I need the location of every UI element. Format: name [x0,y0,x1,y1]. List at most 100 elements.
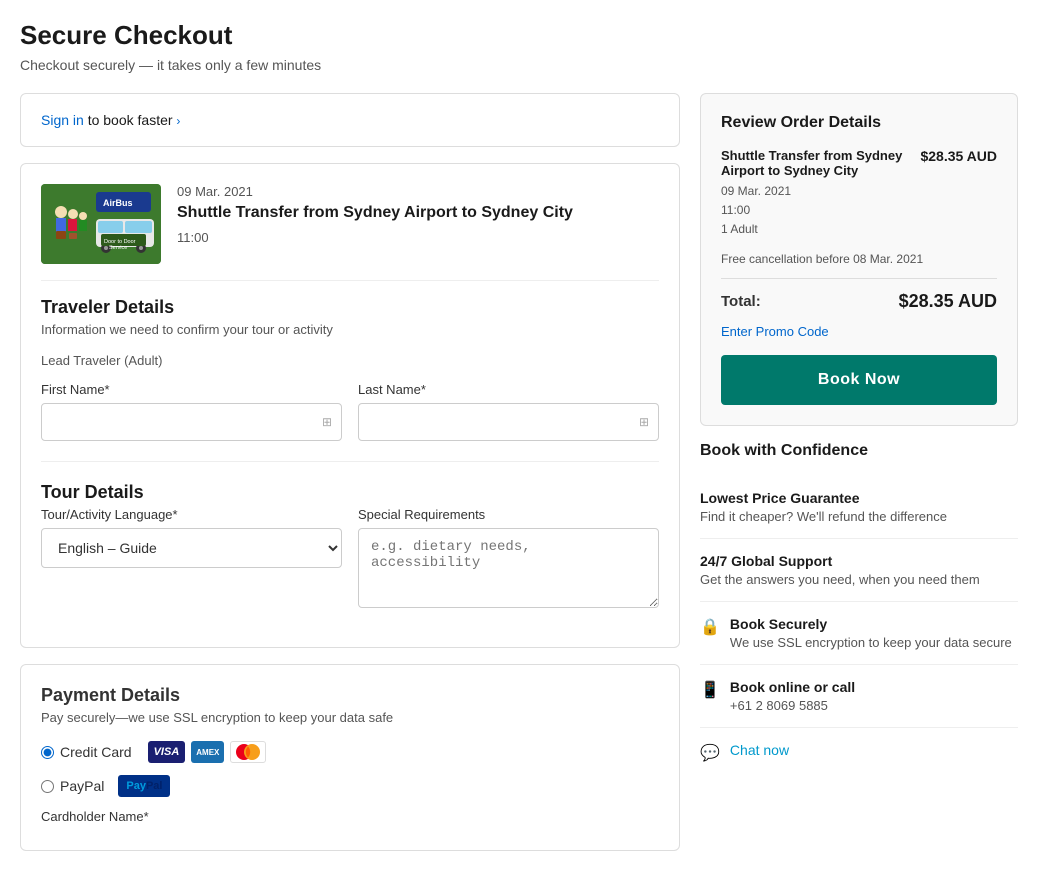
credit-card-radio[interactable] [41,746,54,759]
order-item-name: Shuttle Transfer from Sydney Airport to … [721,148,908,178]
svg-text:AirBus: AirBus [103,198,133,208]
signin-link[interactable]: Sign in [41,112,88,128]
tour-card: AirBus Door to Door Service [20,163,680,648]
lead-traveler-label: Lead Traveler (Adult) [41,353,659,368]
paypal-logo: PayPal [118,775,170,797]
secure-title: Book Securely [730,616,1012,632]
order-item-price: $28.35 AUD [920,148,997,164]
promo-code-link[interactable]: Enter Promo Code [721,324,997,339]
chevron-icon: › [176,114,180,128]
paypal-radio[interactable] [41,780,54,793]
confidence-item-phone: 📱 Book online or call +61 2 8069 5885 [700,665,1018,728]
confidence-section: Book with Confidence Lowest Price Guaran… [700,442,1018,777]
traveler-details-section: Traveler Details Information we need to … [41,297,659,441]
payment-subtitle: Pay securely—we use SSL encryption to ke… [41,710,659,725]
language-select[interactable]: English – Guide [41,528,342,568]
order-item-info: Shuttle Transfer from Sydney Airport to … [721,148,908,240]
signin-prompt: Sign in to book faster › [41,112,180,128]
first-name-label: First Name* [41,382,342,397]
phone-icon: 📱 [700,680,720,700]
lock-icon: 🔒 [700,617,720,637]
page-subtitle: Checkout securely — it takes only a few … [20,57,1018,73]
mastercard-logo [230,741,266,763]
section-divider-1 [41,461,659,462]
traveler-section-title: Traveler Details [41,297,659,318]
paypal-label: PayPal [60,778,104,794]
first-name-icon: ⊞ [322,415,332,429]
name-fields-row: First Name* ⊞ Last Name* ⊞ [41,382,659,441]
total-row: Total: $28.35 AUD [721,291,997,312]
svg-text:Service: Service [109,245,127,251]
secure-desc: We use SSL encryption to keep your data … [730,635,1012,650]
phone-label: Book online or call [730,679,855,695]
last-name-wrapper: ⊞ [358,403,659,441]
paypal-option[interactable]: PayPal PayPal [41,775,659,797]
order-item-date: 09 Mar. 2021 [721,182,908,201]
right-column: Review Order Details Shuttle Transfer fr… [700,93,1018,851]
free-cancellation: Free cancellation before 08 Mar. 2021 [721,252,997,279]
chat-now-link[interactable]: Chat now [730,742,789,758]
amex-logo: AMEX [191,741,224,763]
lowest-price-title: Lowest Price Guarantee [700,490,1018,506]
total-price: $28.35 AUD [899,291,997,312]
cardholder-label: Cardholder Name* [41,809,659,824]
order-card: Review Order Details Shuttle Transfer fr… [700,93,1018,426]
language-group: Tour/Activity Language* English – Guide [41,507,342,611]
tour-date: 09 Mar. 2021 [177,184,573,199]
card-logos: VISA AMEX [148,741,267,763]
book-now-button[interactable]: Book Now [721,355,997,405]
page-title: Secure Checkout [20,20,1018,51]
phone-row: 📱 Book online or call +61 2 8069 5885 [700,679,1018,713]
tour-details-section: Tour Details Tour/Activity Language* Eng… [41,482,659,611]
first-name-input[interactable] [41,403,342,441]
special-req-textarea[interactable] [358,528,659,608]
signin-text: Sign in [41,112,84,128]
signin-link-text: to book faster [88,112,173,128]
support-desc: Get the answers you need, when you need … [700,572,1018,587]
support-title: 24/7 Global Support [700,553,1018,569]
chat-row: 💬 Chat now [700,742,1018,763]
total-label: Total: [721,293,761,310]
payment-method-credit-card-row: Credit Card VISA AMEX [41,741,659,763]
last-name-icon: ⊞ [639,415,649,429]
confidence-title: Book with Confidence [700,442,1018,460]
order-title: Review Order Details [721,114,997,132]
secure-row: 🔒 Book Securely We use SSL encryption to… [700,616,1018,650]
paypal-row: PayPal PayPal [41,775,659,797]
tour-header: AirBus Door to Door Service [41,184,659,281]
tour-details-title: Tour Details [41,482,659,503]
language-label: Tour/Activity Language* [41,507,342,522]
chat-icon: 💬 [700,743,720,763]
confidence-item-support: 24/7 Global Support Get the answers you … [700,539,1018,602]
lowest-price-desc: Find it cheaper? We'll refund the differ… [700,509,1018,524]
secure-text: Book Securely We use SSL encryption to k… [730,616,1012,650]
first-name-wrapper: ⊞ [41,403,342,441]
order-item-time: 11:00 [721,201,908,220]
payment-section: Payment Details Pay securely—we use SSL … [20,664,680,851]
credit-card-option[interactable]: Credit Card [41,744,132,760]
tour-image: AirBus Door to Door Service [41,184,161,264]
confidence-item-price: Lowest Price Guarantee Find it cheaper? … [700,476,1018,539]
order-item: Shuttle Transfer from Sydney Airport to … [721,148,997,240]
phone-text: Book online or call +61 2 8069 5885 [730,679,855,713]
tour-time: 11:00 [177,230,573,245]
last-name-label: Last Name* [358,382,659,397]
phone-number: +61 2 8069 5885 [730,698,855,713]
credit-card-label: Credit Card [60,744,132,760]
visa-logo: VISA [148,741,186,763]
special-req-label: Special Requirements [358,507,659,522]
special-req-group: Special Requirements [358,507,659,611]
confidence-item-secure: 🔒 Book Securely We use SSL encryption to… [700,602,1018,665]
left-column: Sign in to book faster › [20,93,680,851]
first-name-group: First Name* ⊞ [41,382,342,441]
signin-card: Sign in to book faster › [20,93,680,147]
traveler-section-subtitle: Information we need to confirm your tour… [41,322,659,337]
payment-title: Payment Details [41,685,659,706]
tour-details-row: Tour/Activity Language* English – Guide … [41,507,659,611]
tour-info: 09 Mar. 2021 Shuttle Transfer from Sydne… [177,184,573,264]
last-name-group: Last Name* ⊞ [358,382,659,441]
order-item-adults: 1 Adult [721,220,908,239]
confidence-item-chat: 💬 Chat now [700,728,1018,777]
last-name-input[interactable] [358,403,659,441]
tour-title: Shuttle Transfer from Sydney Airport to … [177,203,573,224]
